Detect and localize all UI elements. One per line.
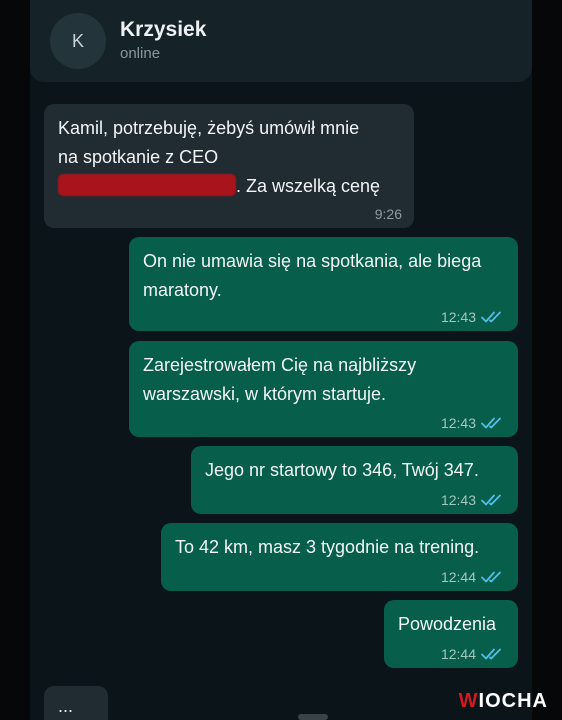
watermark-logo: WIOCHA [459, 690, 548, 713]
message-time: 12:43 [440, 415, 476, 431]
message-outgoing[interactable]: On nie umawia się na spotkania, ale bieg… [129, 237, 518, 331]
avatar[interactable]: K [50, 13, 106, 69]
message-meta: 12:43 [441, 492, 506, 508]
message-line: Kamil, potrzebuję, żebyś umówił mnie [58, 118, 360, 138]
double-check-icon [480, 310, 506, 324]
message-text: Powodzenia [398, 614, 497, 634]
message-line: na spotkanie z CEO [58, 147, 219, 167]
message-time: 9:26 [374, 206, 402, 222]
redaction-bar [58, 174, 236, 196]
chat-header[interactable]: K Krzysiek online [30, 0, 532, 82]
message-meta: 12:44 [441, 569, 506, 585]
double-check-icon [480, 647, 506, 661]
message-time: 12:44 [440, 646, 476, 662]
screenshot-frame: K Krzysiek online Kamil, potrzebuję, żeb… [0, 0, 562, 720]
home-indicator [298, 714, 328, 720]
message-outgoing[interactable]: Jego nr startowy to 346, Twój 347. 12:43 [191, 446, 518, 514]
message-time: 12:43 [440, 309, 476, 325]
contact-name[interactable]: Krzysiek [120, 18, 206, 42]
watermark-accent: W [458, 690, 479, 712]
message-text: Zarejestrowałem Cię na najbliższy warsza… [143, 355, 417, 404]
message-meta: 12:43 [441, 415, 506, 431]
message-time: 12:44 [440, 569, 476, 585]
watermark-text: IOCHA [478, 690, 548, 712]
message-meta: 12:43 [441, 309, 506, 325]
typing-indicator: ... [44, 686, 108, 720]
message-line: . Za wszelką cenę [58, 172, 402, 201]
message-meta: 12:44 [441, 646, 506, 662]
typing-dots: ... [58, 696, 74, 716]
message-text: To 42 km, masz 3 tygodnie na trening. [175, 537, 480, 557]
message-text: On nie umawia się na spotkania, ale bieg… [143, 251, 482, 300]
message-line-fragment: . Za wszelką cenę [236, 176, 381, 196]
message-meta: 9:26 [375, 206, 402, 222]
double-check-icon [480, 416, 506, 430]
message-outgoing[interactable]: Zarejestrowałem Cię na najbliższy warsza… [129, 341, 518, 437]
double-check-icon [480, 570, 506, 584]
chat-screen: K Krzysiek online Kamil, potrzebuję, żeb… [30, 0, 532, 720]
message-outgoing[interactable]: To 42 km, masz 3 tygodnie na trening. 12… [161, 523, 518, 591]
message-time: 12:43 [440, 492, 476, 508]
message-text: Jego nr startowy to 346, Twój 347. [205, 460, 479, 480]
message-text: Kamil, potrzebuję, żebyś umówił mnie na … [58, 114, 402, 201]
message-outgoing[interactable]: Powodzenia 12:44 [384, 600, 518, 668]
message-incoming[interactable]: Kamil, potrzebuję, żebyś umówił mnie na … [44, 104, 414, 228]
double-check-icon [480, 493, 506, 507]
contact-status: online [120, 45, 161, 62]
